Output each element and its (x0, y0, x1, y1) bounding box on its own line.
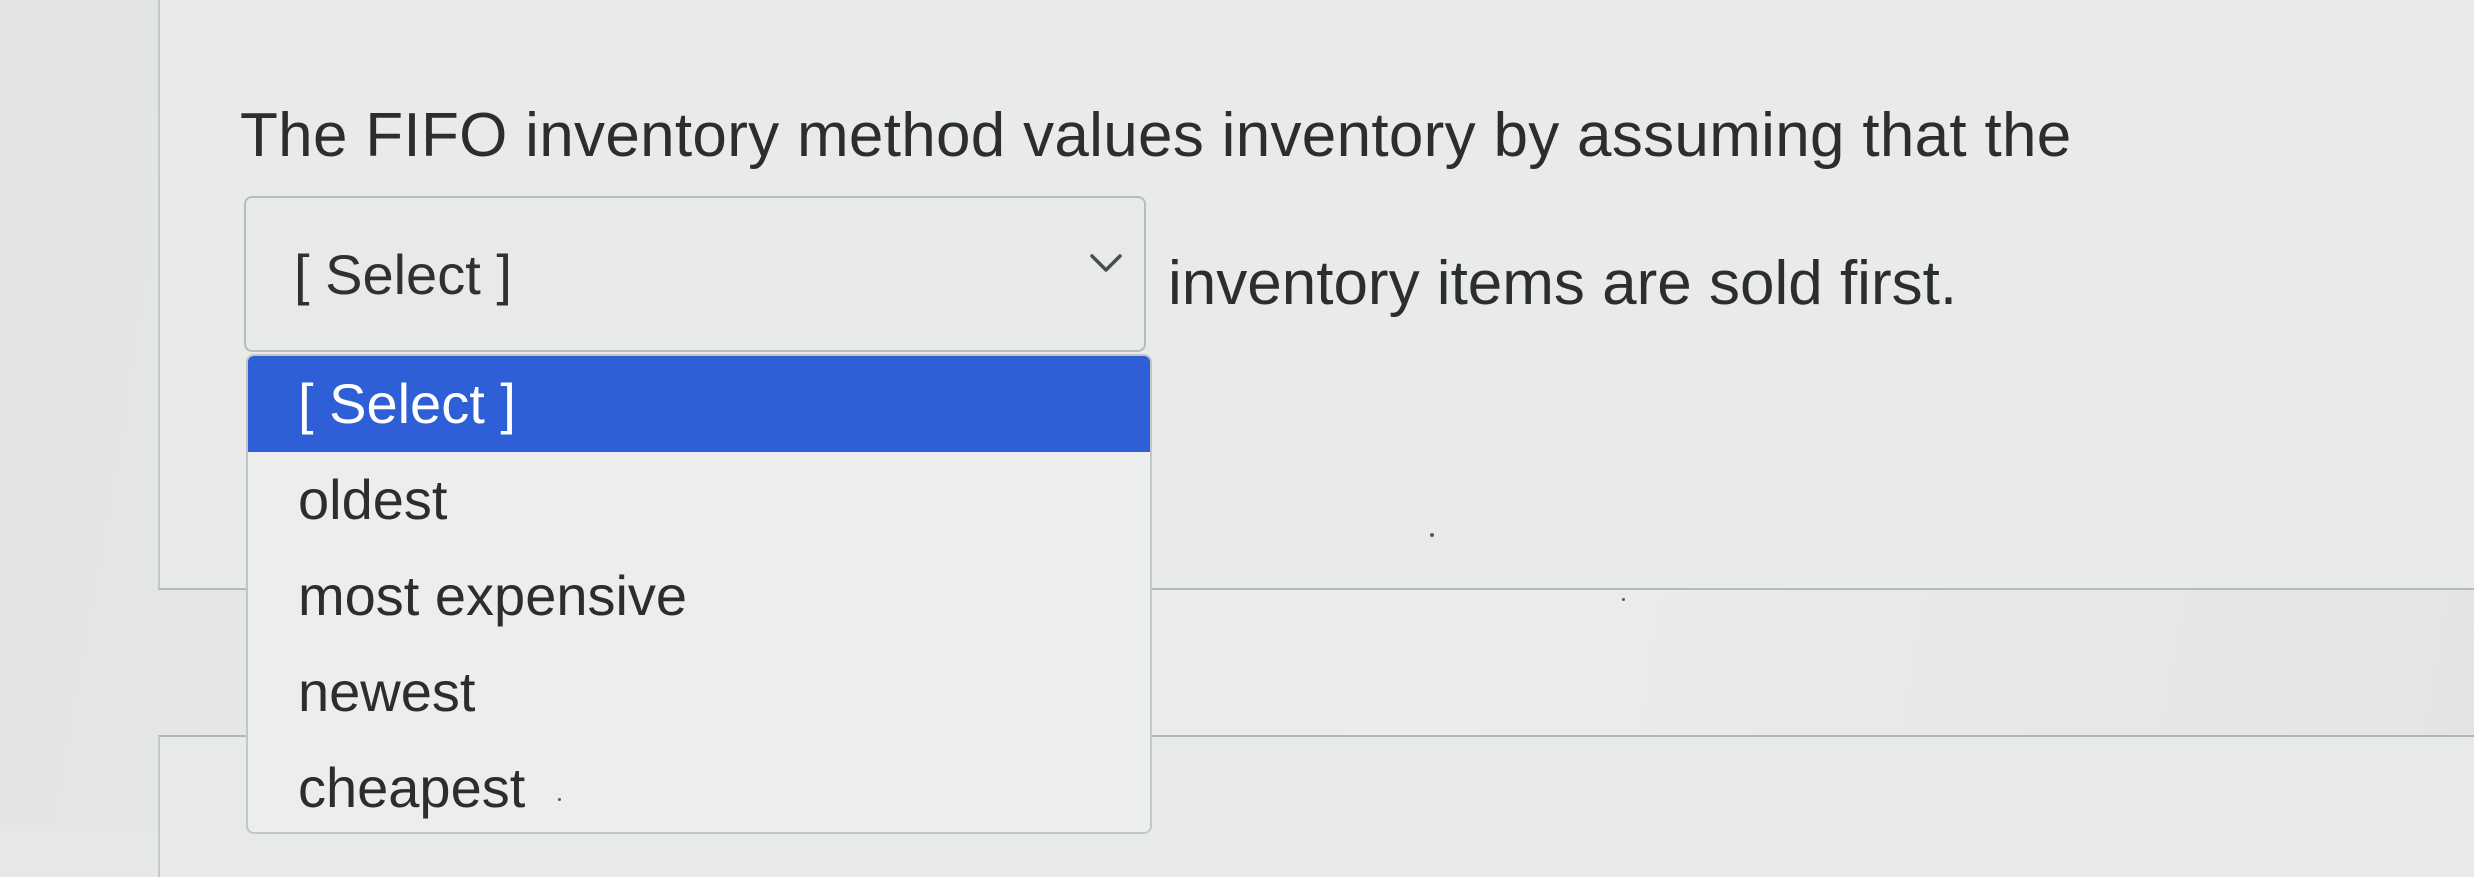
answer-select[interactable]: [ Select ] (244, 196, 1146, 352)
question-text-continued: inventory items are sold first. (1168, 249, 1958, 318)
question-text: The FIFO inventory method values invento… (240, 101, 2072, 170)
option-select-placeholder[interactable]: [ Select ] (248, 356, 1150, 452)
dust-speck (558, 798, 561, 801)
dust-speck (1622, 598, 1625, 601)
option-most-expensive[interactable]: most expensive (248, 548, 1150, 644)
chevron-down-icon (1090, 254, 1122, 272)
option-newest[interactable]: newest (248, 644, 1150, 740)
dust-speck (1430, 533, 1434, 537)
select-dropdown-list: [ Select ] oldest most expensive newest … (246, 354, 1152, 834)
option-oldest[interactable]: oldest (248, 452, 1150, 548)
select-current-value: [ Select ] (294, 243, 512, 306)
option-cheapest[interactable]: cheapest (248, 740, 1150, 832)
